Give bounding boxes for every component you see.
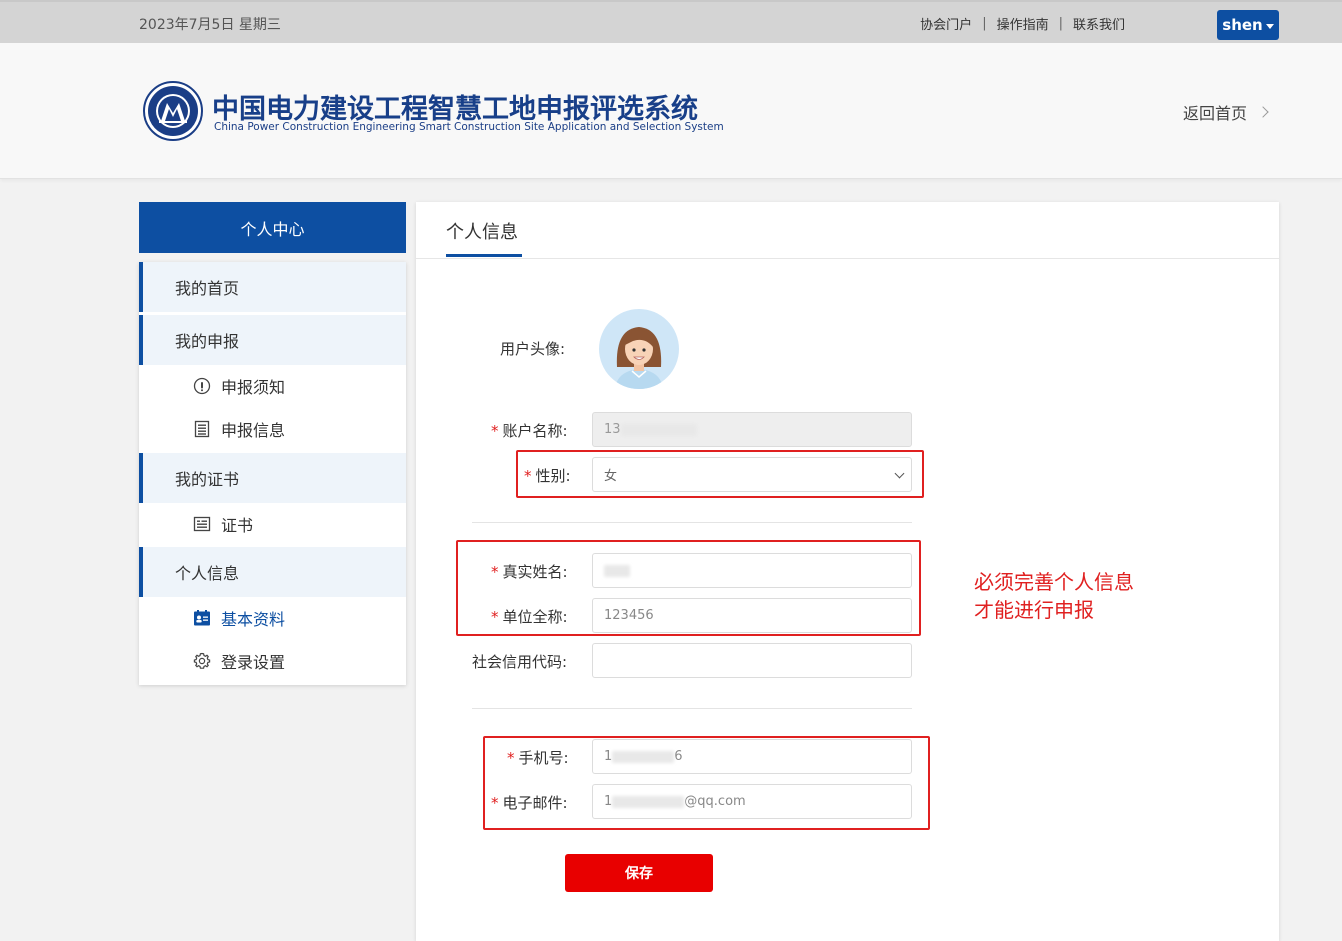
main-panel: 个人信息 用户头像: * 账户名称: 13 * 性别: 女 * 真实姓名: * … bbox=[416, 202, 1279, 941]
sidebar-item-label: 证书 bbox=[221, 516, 254, 535]
current-date: 2023年7月5日 星期三 bbox=[139, 17, 281, 33]
note-line-1: 必须完善个人信息 bbox=[974, 570, 1134, 594]
form-divider bbox=[472, 522, 912, 523]
sidebar-item-my-certificates[interactable]: 我的证书 bbox=[139, 453, 406, 503]
top-links: 协会门户 | 操作指南 | 联系我们 bbox=[920, 14, 1207, 33]
sidebar-item-my-home[interactable]: 我的首页 bbox=[139, 262, 406, 312]
sidebar-item-login-settings[interactable]: 登录设置 bbox=[139, 641, 406, 681]
info-icon bbox=[193, 377, 211, 395]
chevron-right-icon bbox=[1257, 106, 1269, 118]
sidebar-title: 个人中心 bbox=[139, 202, 406, 253]
annotation-note: 必须完善个人信息 才能进行申报 bbox=[974, 568, 1134, 624]
link-contact-us[interactable]: 联系我们 bbox=[1073, 14, 1125, 33]
link-association-portal[interactable]: 协会门户 bbox=[920, 14, 972, 33]
note-line-2: 才能进行申报 bbox=[974, 598, 1094, 622]
avatar-label: 用户头像: bbox=[500, 340, 566, 358]
account-label: * 账户名称: bbox=[491, 422, 568, 440]
sidebar-item-basic-profile[interactable]: 基本资料 bbox=[139, 598, 406, 638]
save-button[interactable]: 保存 bbox=[565, 854, 713, 892]
tab-active-underline bbox=[446, 254, 522, 257]
sidebar-item-application-notice[interactable]: 申报须知 bbox=[139, 366, 406, 406]
certificate-icon bbox=[193, 515, 211, 533]
sidebar-item-my-applications[interactable]: 我的申报 bbox=[139, 315, 406, 365]
sidebar: 我的首页 我的申报 申报须知 申报信息 我的证书 证书 个人信息 基本资料 登录… bbox=[139, 262, 406, 685]
site-header: 中国电力建设工程智慧工地申报评选系统 China Power Construct… bbox=[0, 43, 1342, 179]
account-name-field: 13 bbox=[592, 412, 912, 447]
site-subtitle: China Power Construction Engineering Sma… bbox=[214, 121, 724, 133]
top-bar: 2023年7月5日 星期三 协会门户 | 操作指南 | 联系我们 shen bbox=[0, 0, 1342, 43]
back-home-label: 返回首页 bbox=[1183, 104, 1248, 123]
username: shen bbox=[1222, 16, 1263, 34]
separator: | bbox=[982, 16, 987, 31]
sidebar-item-label: 登录设置 bbox=[221, 653, 286, 672]
gear-icon bbox=[193, 652, 211, 670]
association-logo[interactable] bbox=[143, 81, 203, 141]
back-home-link[interactable]: 返回首页 bbox=[1183, 100, 1269, 124]
separator: | bbox=[1058, 16, 1063, 31]
tab-divider bbox=[416, 258, 1279, 259]
masked-text bbox=[620, 423, 697, 436]
highlight-box-name-company bbox=[456, 540, 921, 636]
sidebar-item-personal-info[interactable]: 个人信息 bbox=[139, 547, 406, 597]
form-divider bbox=[472, 708, 912, 709]
sidebar-item-application-info[interactable]: 申报信息 bbox=[139, 409, 406, 449]
avatar[interactable] bbox=[599, 309, 679, 389]
credit-code-label: 社会信用代码: bbox=[472, 653, 568, 671]
link-operation-guide[interactable]: 操作指南 bbox=[997, 14, 1049, 33]
highlight-box-contact bbox=[483, 736, 930, 830]
highlight-box-gender bbox=[516, 450, 924, 498]
caret-down-icon bbox=[1265, 23, 1274, 29]
sidebar-item-label: 申报信息 bbox=[221, 421, 286, 440]
sidebar-item-certificate[interactable]: 证书 bbox=[139, 504, 406, 544]
user-menu-button[interactable]: shen bbox=[1217, 10, 1279, 40]
account-name-value: 13 bbox=[604, 422, 621, 437]
sidebar-item-label: 申报须知 bbox=[221, 378, 286, 397]
tab-personal-info[interactable]: 个人信息 bbox=[446, 218, 518, 244]
profile-card-icon bbox=[193, 609, 211, 627]
sidebar-item-label: 基本资料 bbox=[221, 610, 286, 629]
document-icon bbox=[193, 420, 211, 438]
credit-code-field[interactable] bbox=[592, 643, 912, 678]
